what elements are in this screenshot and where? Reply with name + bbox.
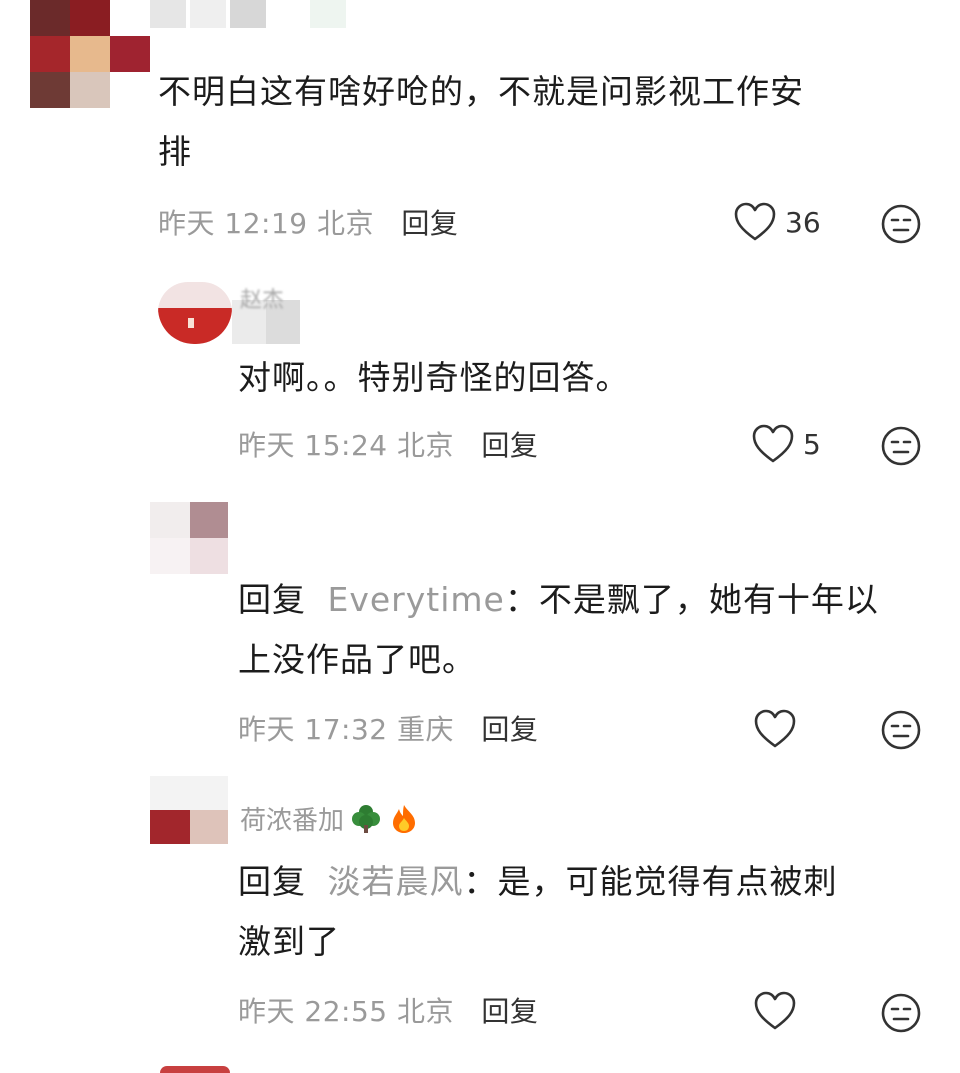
timestamp: 昨天 12:19 北京: [158, 207, 374, 240]
comment-body: ：是，可能觉得有点被刺: [463, 862, 838, 901]
like-button[interactable]: 5: [751, 424, 821, 464]
reply-prefix: 回复: [238, 862, 306, 901]
comment-text: 回复 淡若晨风：是，可能觉得有点被刺 激到了: [238, 862, 838, 961]
avatar-partial: [160, 1066, 230, 1073]
reply-target-user[interactable]: Everytime: [328, 580, 505, 619]
timestamp: 昨天 15:24 北京: [238, 429, 454, 462]
neutral-face-icon: [881, 993, 921, 1033]
username-blurred: [150, 0, 390, 30]
comment-text: 对啊。。特别奇怪的回答。: [238, 358, 630, 397]
avatar[interactable]: [150, 502, 228, 574]
username[interactable]: 荷浓番加: [240, 800, 344, 837]
heart-outline-icon: [734, 202, 776, 241]
comment-text: 不明白这有啥好呛的，不就是问影视工作安 排: [158, 72, 804, 171]
username[interactable]: 赵杰: [240, 282, 284, 314]
comment-meta: 昨天 22:55 北京 回复: [238, 990, 538, 1030]
comment-body: ：不是飘了，她有十年以: [504, 580, 879, 619]
tree-emoji-icon: [352, 804, 381, 833]
fire-emoji-icon: [393, 804, 416, 833]
comment-meta: 昨天 15:24 北京 回复: [238, 424, 538, 464]
avatar[interactable]: [158, 282, 232, 344]
username-row: 荷浓番加: [240, 800, 420, 837]
reply-button[interactable]: 回复: [401, 207, 458, 240]
neutral-face-icon: [881, 204, 921, 244]
avatar[interactable]: [150, 776, 228, 844]
reply-button[interactable]: 回复: [481, 713, 538, 746]
neutral-face-icon: [881, 426, 921, 466]
like-count: 36: [785, 205, 821, 239]
comment-meta: 昨天 17:32 重庆 回复: [238, 708, 538, 748]
heart-outline-icon: [754, 709, 796, 748]
emoji-reaction-button[interactable]: [880, 992, 922, 1034]
emoji-reaction-button[interactable]: [880, 709, 922, 751]
timestamp: 昨天 22:55 北京: [238, 995, 454, 1028]
comment-text: 回复 Everytime：不是飘了，她有十年以 上没作品了吧。: [238, 580, 879, 679]
like-button[interactable]: [753, 991, 797, 1031]
heart-outline-icon: [752, 424, 794, 463]
reply-button[interactable]: 回复: [481, 995, 538, 1028]
like-button[interactable]: [753, 709, 797, 749]
reply-target-user[interactable]: 淡若晨风: [328, 862, 464, 901]
like-button[interactable]: 36: [733, 202, 821, 242]
comment-meta: 昨天 12:19 北京 回复: [158, 202, 458, 242]
emoji-reaction-button[interactable]: [880, 425, 922, 467]
reply-button[interactable]: 回复: [481, 429, 538, 462]
timestamp: 昨天 17:32 重庆: [238, 713, 454, 746]
avatar[interactable]: [30, 0, 150, 108]
reply-prefix: 回复: [238, 580, 306, 619]
heart-outline-icon: [754, 991, 796, 1030]
like-count: 5: [803, 427, 821, 461]
neutral-face-icon: [881, 710, 921, 750]
emoji-reaction-button[interactable]: [880, 203, 922, 245]
